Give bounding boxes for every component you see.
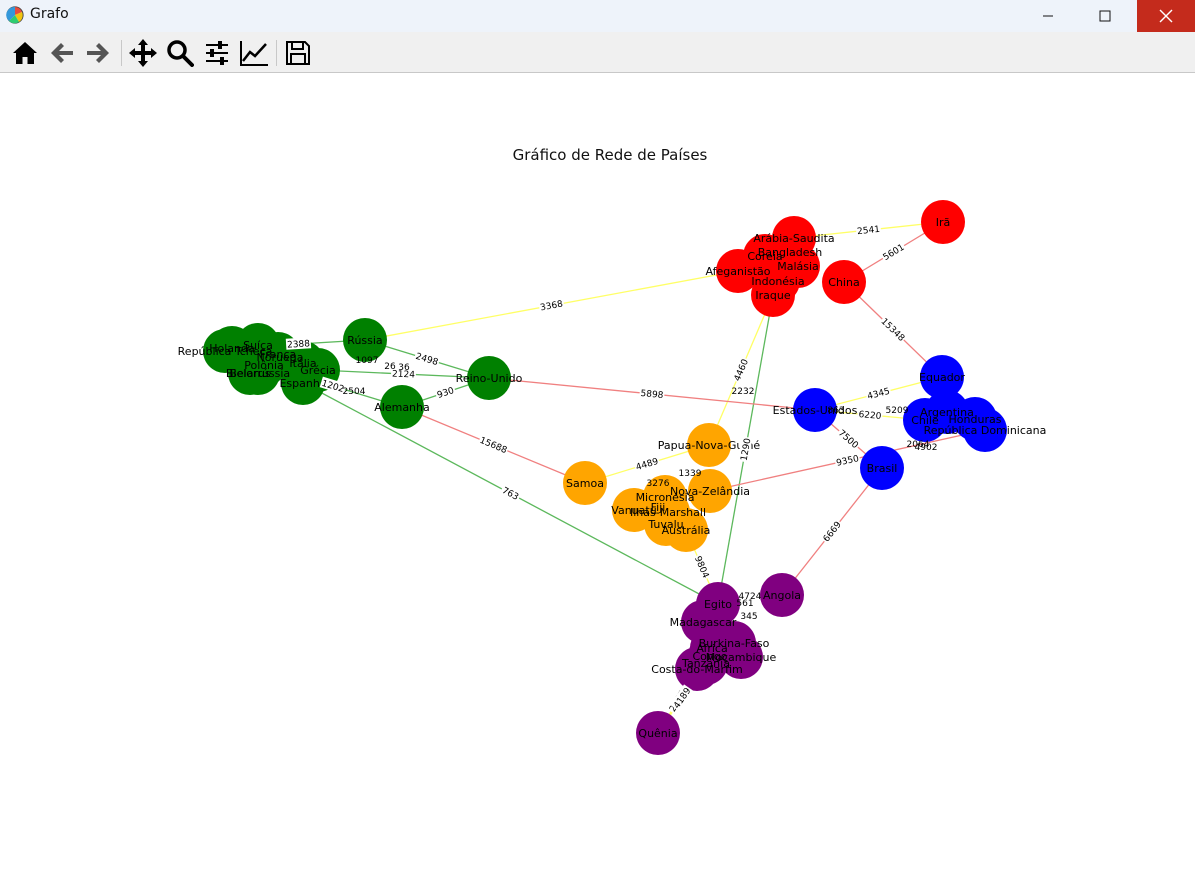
toolbar-separator <box>276 40 277 66</box>
pan-button[interactable] <box>127 37 159 69</box>
forward-button[interactable] <box>82 37 114 69</box>
zoom-button[interactable] <box>164 37 196 69</box>
arrow-right-icon <box>87 43 109 63</box>
toolbar-separator <box>121 40 122 66</box>
chart-line-icon <box>240 41 268 66</box>
navigation-toolbar <box>0 32 1195 73</box>
move-icon <box>129 39 157 67</box>
figure-canvas[interactable] <box>0 73 1195 872</box>
minimize-button[interactable] <box>1025 0 1071 32</box>
window-title: Grafo <box>30 6 69 22</box>
home-icon <box>13 42 37 64</box>
sliders-icon <box>206 41 228 65</box>
save-button[interactable] <box>282 37 314 69</box>
maximize-icon <box>1099 10 1111 22</box>
floppy-disk-icon <box>286 41 310 65</box>
figure-title: Gráfico de Rede de Países <box>512 146 708 164</box>
window-titlebar: Grafo <box>0 0 1195 32</box>
configure-subplots-button[interactable] <box>201 37 233 69</box>
app-logo-icon <box>6 6 24 24</box>
maximize-button[interactable] <box>1082 0 1128 32</box>
back-button[interactable] <box>46 37 78 69</box>
edit-axis-button[interactable] <box>238 37 270 69</box>
minimize-icon <box>1043 15 1053 17</box>
close-icon <box>1159 9 1173 23</box>
arrow-left-icon <box>51 43 73 63</box>
home-button[interactable] <box>9 37 41 69</box>
close-button[interactable] <box>1137 0 1195 32</box>
magnifier-icon <box>167 40 194 67</box>
